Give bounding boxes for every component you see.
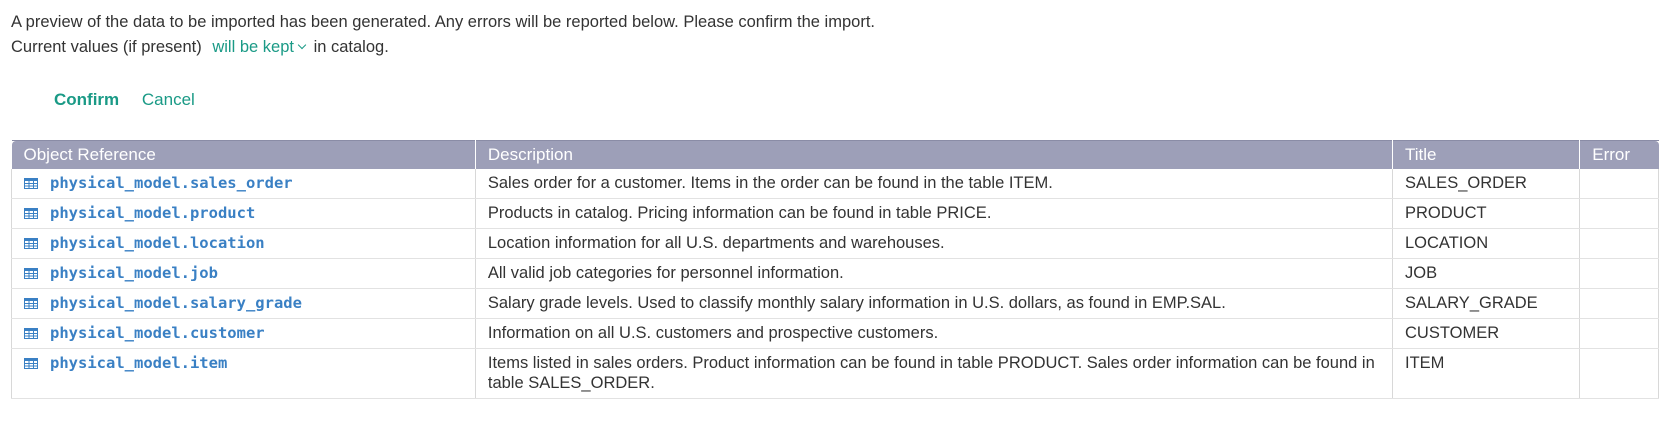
object-reference-link[interactable]: physical_model.location xyxy=(50,234,265,252)
description-cell: Location information for all U.S. depart… xyxy=(475,228,1394,259)
action-bar: Confirm Cancel xyxy=(54,88,195,112)
error-cell xyxy=(1579,258,1659,289)
column-header-description[interactable]: Description xyxy=(475,140,1394,169)
description-cell: Products in catalog. Pricing information… xyxy=(475,198,1394,229)
column-header-error[interactable]: Error xyxy=(1579,140,1659,169)
description-cell: Salary grade levels. Used to classify mo… xyxy=(475,288,1394,319)
column-header-object-reference[interactable]: Object Reference xyxy=(11,140,476,169)
table-header-row: Object Reference Description Title Error xyxy=(11,140,1659,169)
object-reference-cell: physical_model.product xyxy=(11,198,476,229)
table-icon xyxy=(24,174,38,189)
title-cell: ITEM xyxy=(1392,348,1581,399)
description-cell: Information on all U.S. customers and pr… xyxy=(475,318,1394,349)
table-icon xyxy=(24,204,38,219)
title-cell: PRODUCT xyxy=(1392,198,1581,229)
title-cell: SALES_ORDER xyxy=(1392,169,1581,199)
title-cell: LOCATION xyxy=(1392,228,1581,259)
table-row: physical_model.salary_grade Salary grade … xyxy=(11,288,1659,319)
object-reference-link[interactable]: physical_model.job xyxy=(50,264,218,282)
table-row: physical_model.sales_order Sales order fo… xyxy=(11,169,1659,199)
error-cell xyxy=(1579,228,1659,259)
description-cell: Items listed in sales orders. Product in… xyxy=(475,348,1394,399)
chevron-down-icon xyxy=(297,40,307,50)
intro-line-2-prefix: Current values (if present) xyxy=(11,38,202,56)
object-reference-cell: physical_model.location xyxy=(11,228,476,259)
table-row: physical_model.item Items listed in sales… xyxy=(11,348,1659,399)
description-cell: Sales order for a customer. Items in the… xyxy=(475,169,1394,199)
object-reference-link[interactable]: physical_model.product xyxy=(50,204,255,222)
object-reference-cell: physical_model.customer xyxy=(11,318,476,349)
import-preview-table: Object Reference Description Title Error… xyxy=(11,140,1659,399)
table-row: physical_model.location Location informat… xyxy=(11,228,1659,259)
table-body: physical_model.sales_order Sales order fo… xyxy=(11,169,1659,399)
table-icon xyxy=(24,234,38,249)
keep-values-label: will be kept xyxy=(212,38,294,56)
column-header-title[interactable]: Title xyxy=(1392,140,1581,169)
description-cell: All valid job categories for personnel i… xyxy=(475,258,1394,289)
table-row: physical_model.product Products in catalo… xyxy=(11,198,1659,229)
object-reference-link[interactable]: physical_model.sales_order xyxy=(50,174,293,192)
object-reference-link[interactable]: physical_model.customer xyxy=(50,324,265,342)
title-cell: JOB xyxy=(1392,258,1581,289)
table-icon xyxy=(24,354,38,369)
object-reference-cell: physical_model.item xyxy=(11,348,476,399)
object-reference-cell: physical_model.sales_order xyxy=(11,169,476,199)
error-cell xyxy=(1579,169,1659,199)
error-cell xyxy=(1579,318,1659,349)
table-row: physical_model.job All valid job categori… xyxy=(11,258,1659,289)
object-reference-cell: physical_model.salary_grade xyxy=(11,288,476,319)
intro-line-2: Current values (if present) will be kept… xyxy=(11,35,875,60)
table-icon xyxy=(24,264,38,279)
title-cell: SALARY_GRADE xyxy=(1392,288,1581,319)
import-preview-intro: A preview of the data to be imported has… xyxy=(11,10,875,60)
keep-values-dropdown[interactable]: will be kept xyxy=(212,38,307,56)
table-icon xyxy=(24,294,38,309)
error-cell xyxy=(1579,198,1659,229)
object-reference-link[interactable]: physical_model.item xyxy=(50,354,227,372)
table-icon xyxy=(24,324,38,339)
error-cell xyxy=(1579,288,1659,319)
object-reference-cell: physical_model.job xyxy=(11,258,476,289)
table-row: physical_model.customer Information on al… xyxy=(11,318,1659,349)
cancel-button[interactable]: Cancel xyxy=(142,88,195,112)
intro-line-1: A preview of the data to be imported has… xyxy=(11,13,875,31)
confirm-button[interactable]: Confirm xyxy=(54,88,119,112)
title-cell: CUSTOMER xyxy=(1392,318,1581,349)
object-reference-link[interactable]: physical_model.salary_grade xyxy=(50,294,302,312)
intro-line-2-suffix: in catalog. xyxy=(313,38,389,56)
error-cell xyxy=(1579,348,1659,399)
